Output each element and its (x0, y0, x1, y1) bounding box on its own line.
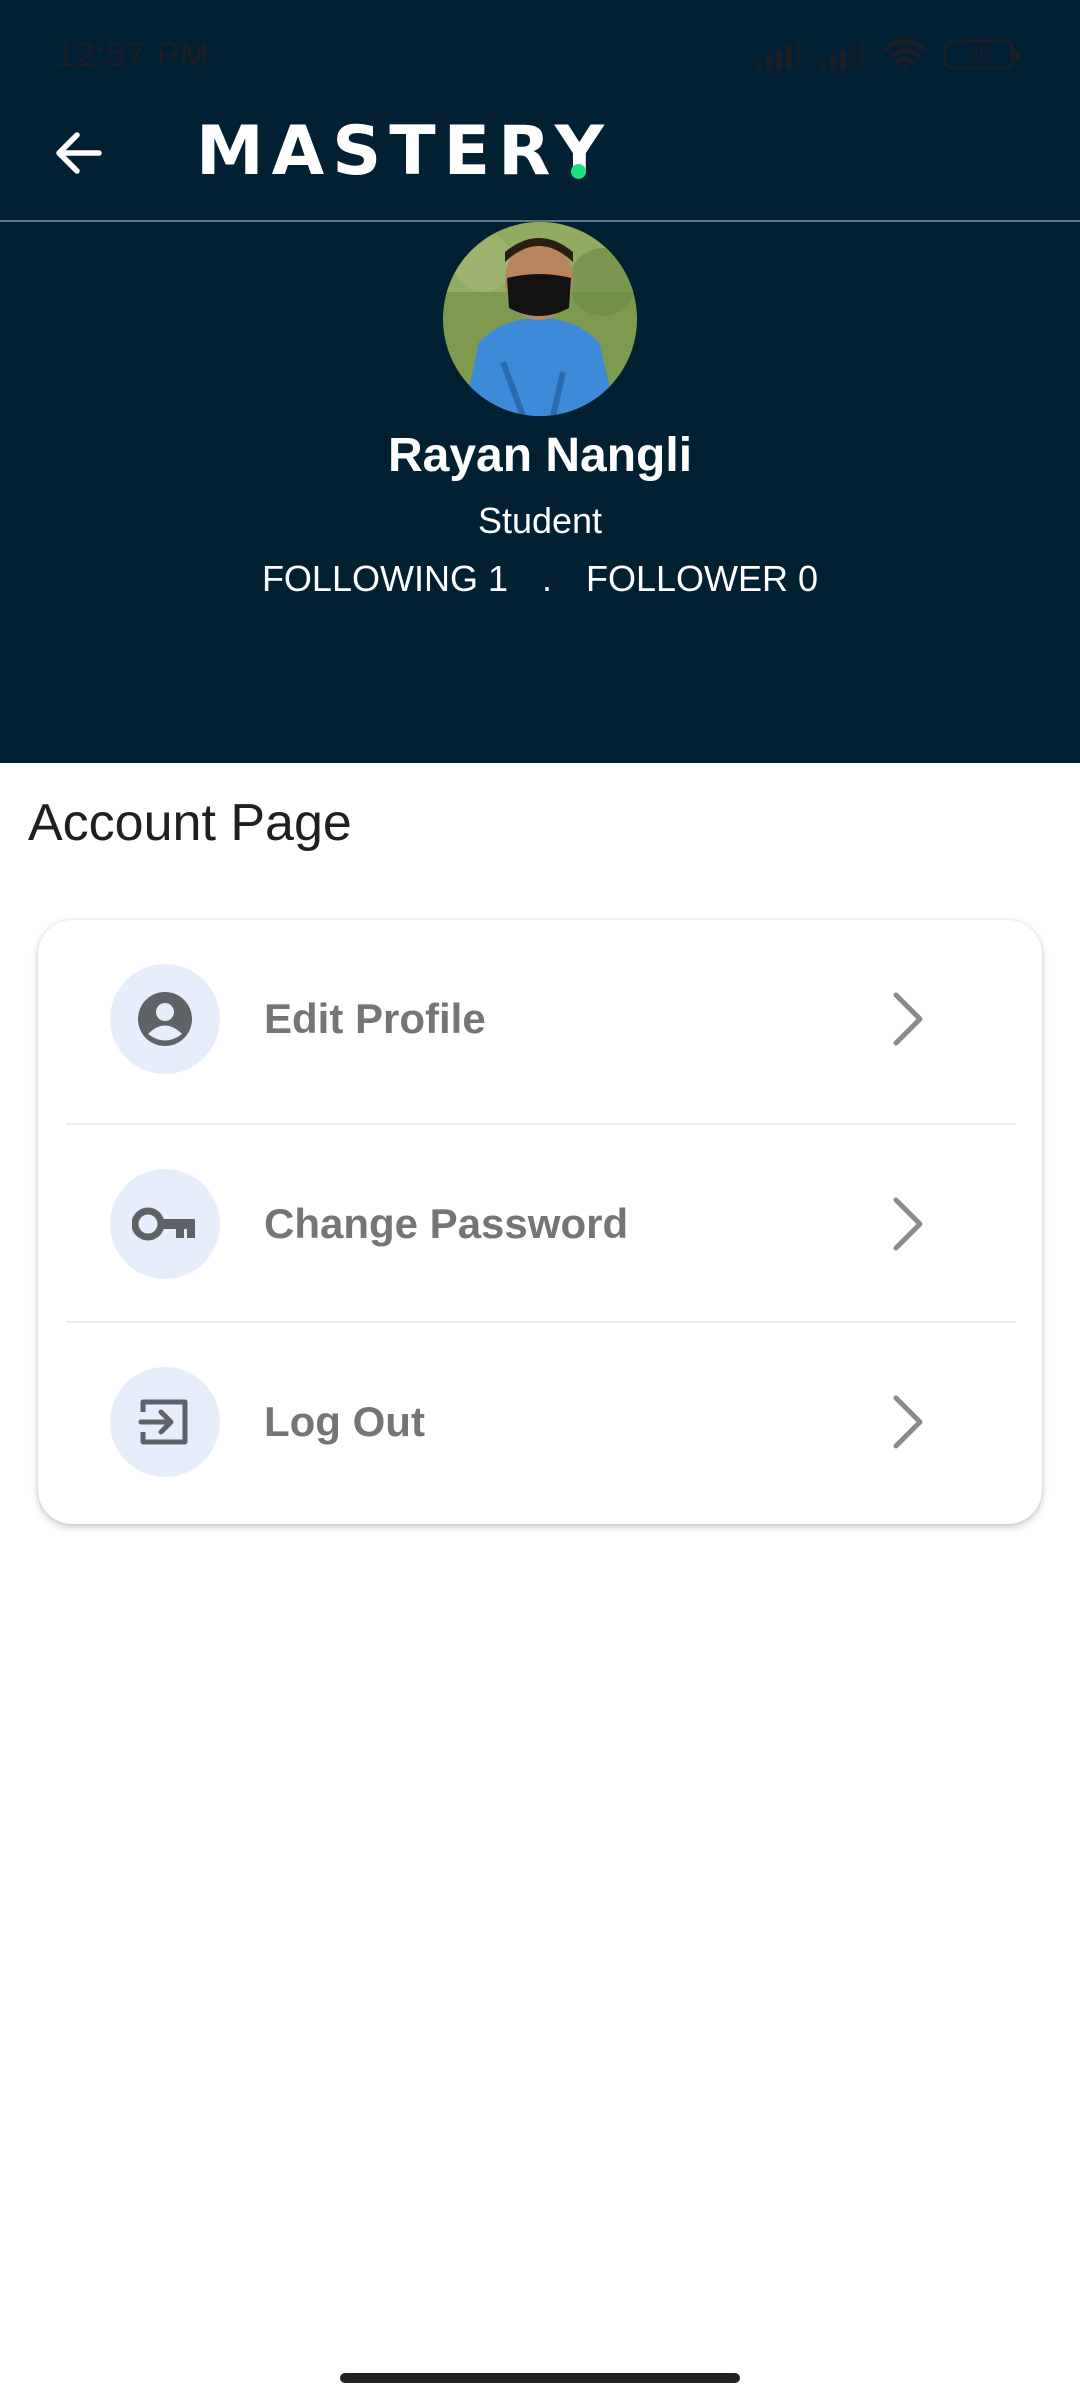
edit-profile-item[interactable]: Edit Profile (38, 920, 1042, 1118)
battery-icon: 85 (944, 40, 1020, 70)
page-title: Account Page (28, 794, 352, 852)
status-time: 12:57 PM (56, 36, 210, 74)
arrow-left-icon (56, 132, 102, 174)
menu-item-label: Log Out (264, 1398, 425, 1445)
status-icons: 85 (756, 38, 1020, 72)
signal-icon (756, 40, 802, 70)
chevron-right-icon (884, 989, 932, 1049)
icon-circle (110, 1169, 220, 1279)
logo-dot (571, 164, 586, 179)
profile-role: Student (477, 500, 603, 541)
back-button[interactable] (40, 118, 116, 188)
menu-item-label: Edit Profile (264, 995, 486, 1042)
menu-item-label: Change Password (264, 1200, 629, 1247)
log-out-item[interactable]: Log Out (38, 1323, 1042, 1521)
avatar-image (443, 222, 637, 416)
icon-circle (110, 1367, 220, 1477)
signal-icon (820, 40, 866, 70)
logout-icon (138, 1399, 188, 1445)
key-icon (132, 1207, 195, 1241)
follower-count[interactable]: FOLLOWER 0 (586, 558, 818, 600)
account-circle-icon (138, 992, 192, 1046)
follow-stats: FOLLOWING 1 . FOLLOWER 0 (0, 558, 1080, 600)
following-count[interactable]: FOLLOWING 1 (262, 558, 508, 600)
chevron-right-icon (884, 1392, 932, 1452)
app-logo: MASTERY (196, 112, 612, 191)
battery-level: 85 (967, 44, 991, 66)
status-bar: 12:57 PM 85 (0, 0, 1080, 110)
icon-circle (110, 964, 220, 1074)
follow-separator: . (541, 558, 552, 599)
profile-name: Rayan Nangli (387, 429, 693, 482)
chevron-right-icon (884, 1194, 932, 1254)
wifi-icon (884, 39, 926, 71)
avatar (443, 222, 637, 416)
change-password-item[interactable]: Change Password (38, 1125, 1042, 1323)
home-indicator[interactable] (340, 2373, 740, 2383)
account-menu: Edit Profile Change Password Log Out (38, 920, 1042, 1524)
